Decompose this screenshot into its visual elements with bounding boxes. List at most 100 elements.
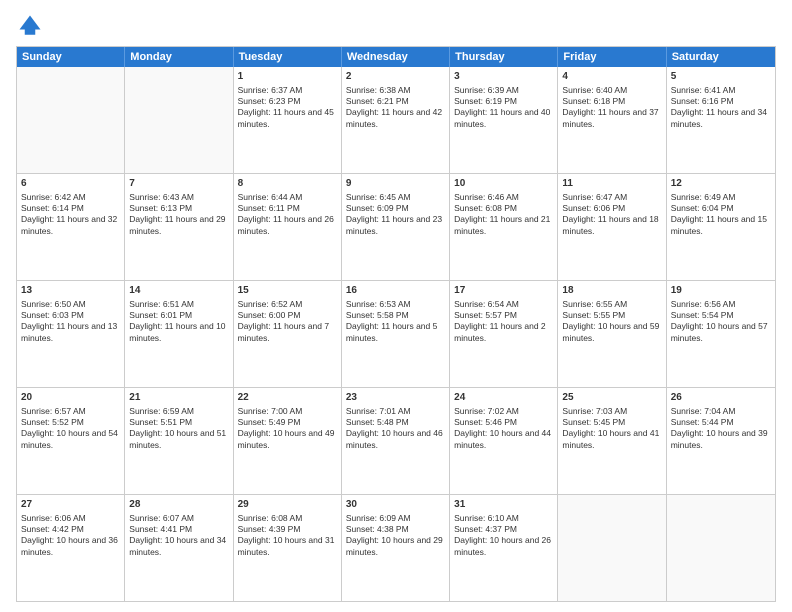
daylight-text: Daylight: 10 hours and 46 minutes. (346, 428, 443, 449)
calendar-cell: 16Sunrise: 6:53 AMSunset: 5:58 PMDayligh… (342, 281, 450, 387)
day-number: 25 (562, 391, 661, 405)
calendar-cell: 15Sunrise: 6:52 AMSunset: 6:00 PMDayligh… (234, 281, 342, 387)
sunrise-text: Sunrise: 6:45 AM (346, 192, 411, 202)
calendar-cell: 10Sunrise: 6:46 AMSunset: 6:08 PMDayligh… (450, 174, 558, 280)
sunset-text: Sunset: 4:38 PM (346, 524, 409, 534)
sunrise-text: Sunrise: 6:06 AM (21, 513, 86, 523)
calendar-cell (558, 495, 666, 601)
day-number: 23 (346, 391, 445, 405)
calendar-cell: 20Sunrise: 6:57 AMSunset: 5:52 PMDayligh… (17, 388, 125, 494)
daylight-text: Daylight: 11 hours and 42 minutes. (346, 107, 442, 128)
header-day-wednesday: Wednesday (342, 47, 450, 67)
sunset-text: Sunset: 6:00 PM (238, 310, 301, 320)
sunset-text: Sunset: 5:57 PM (454, 310, 517, 320)
day-number: 29 (238, 498, 337, 512)
daylight-text: Daylight: 11 hours and 5 minutes. (346, 321, 438, 342)
sunrise-text: Sunrise: 6:56 AM (671, 299, 736, 309)
daylight-text: Daylight: 10 hours and 51 minutes. (129, 428, 226, 449)
day-number: 12 (671, 177, 771, 191)
day-number: 22 (238, 391, 337, 405)
sunrise-text: Sunrise: 7:01 AM (346, 406, 411, 416)
daylight-text: Daylight: 11 hours and 23 minutes. (346, 214, 442, 235)
logo (16, 12, 48, 40)
sunrise-text: Sunrise: 6:10 AM (454, 513, 519, 523)
header-day-sunday: Sunday (17, 47, 125, 67)
calendar-row-2: 13Sunrise: 6:50 AMSunset: 6:03 PMDayligh… (17, 280, 775, 387)
day-number: 11 (562, 177, 661, 191)
calendar-cell: 2Sunrise: 6:38 AMSunset: 6:21 PMDaylight… (342, 67, 450, 173)
daylight-text: Daylight: 11 hours and 29 minutes. (129, 214, 225, 235)
sunset-text: Sunset: 4:42 PM (21, 524, 84, 534)
sunset-text: Sunset: 6:21 PM (346, 96, 409, 106)
sunset-text: Sunset: 6:09 PM (346, 203, 409, 213)
daylight-text: Daylight: 10 hours and 26 minutes. (454, 535, 551, 556)
sunrise-text: Sunrise: 6:46 AM (454, 192, 519, 202)
sunset-text: Sunset: 5:49 PM (238, 417, 301, 427)
calendar-cell: 21Sunrise: 6:59 AMSunset: 5:51 PMDayligh… (125, 388, 233, 494)
day-number: 27 (21, 498, 120, 512)
day-number: 2 (346, 70, 445, 84)
sunrise-text: Sunrise: 6:40 AM (562, 85, 627, 95)
day-number: 13 (21, 284, 120, 298)
sunrise-text: Sunrise: 6:37 AM (238, 85, 303, 95)
day-number: 14 (129, 284, 228, 298)
sunrise-text: Sunrise: 6:55 AM (562, 299, 627, 309)
daylight-text: Daylight: 11 hours and 34 minutes. (671, 107, 767, 128)
calendar-row-4: 27Sunrise: 6:06 AMSunset: 4:42 PM Dayligh… (17, 494, 775, 601)
sunset-text: Sunset: 5:52 PM (21, 417, 84, 427)
daylight-text: Daylight: 10 hours and 41 minutes. (562, 428, 659, 449)
sunset-text: Sunset: 5:46 PM (454, 417, 517, 427)
sunrise-text: Sunrise: 7:02 AM (454, 406, 519, 416)
daylight-text: Daylight: 11 hours and 13 minutes. (21, 321, 117, 342)
header-day-saturday: Saturday (667, 47, 775, 67)
sunrise-text: Sunrise: 6:39 AM (454, 85, 519, 95)
sunrise-text: Sunrise: 6:08 AM (238, 513, 303, 523)
day-number: 3 (454, 70, 553, 84)
sunset-text: Sunset: 6:06 PM (562, 203, 625, 213)
day-number: 7 (129, 177, 228, 191)
calendar-cell: 1Sunrise: 6:37 AMSunset: 6:23 PMDaylight… (234, 67, 342, 173)
daylight-text: Daylight: 11 hours and 15 minutes. (671, 214, 767, 235)
header-day-monday: Monday (125, 47, 233, 67)
sunset-text: Sunset: 5:48 PM (346, 417, 409, 427)
calendar-cell: 11Sunrise: 6:47 AMSunset: 6:06 PMDayligh… (558, 174, 666, 280)
daylight-text: Daylight: 11 hours and 21 minutes. (454, 214, 550, 235)
sunset-text: Sunset: 6:23 PM (238, 96, 301, 106)
daylight-text: Daylight: 10 hours and 59 minutes. (562, 321, 659, 342)
sunset-text: Sunset: 6:13 PM (129, 203, 192, 213)
calendar-cell: 6Sunrise: 6:42 AMSunset: 6:14 PMDaylight… (17, 174, 125, 280)
sunset-text: Sunset: 5:45 PM (562, 417, 625, 427)
daylight-text: Daylight: 10 hours and 54 minutes. (21, 428, 118, 449)
sunset-text: Sunset: 4:37 PM (454, 524, 517, 534)
calendar-cell: 5Sunrise: 6:41 AMSunset: 6:16 PMDaylight… (667, 67, 775, 173)
daylight-text: Daylight: 10 hours and 31 minutes. (238, 535, 335, 556)
daylight-text: Daylight: 11 hours and 45 minutes. (238, 107, 334, 128)
calendar-row-0: 1Sunrise: 6:37 AMSunset: 6:23 PMDaylight… (17, 67, 775, 173)
calendar-cell: 22Sunrise: 7:00 AMSunset: 5:49 PMDayligh… (234, 388, 342, 494)
calendar-cell (667, 495, 775, 601)
sunset-text: Sunset: 5:51 PM (129, 417, 192, 427)
header-day-thursday: Thursday (450, 47, 558, 67)
calendar-cell: 19Sunrise: 6:56 AMSunset: 5:54 PMDayligh… (667, 281, 775, 387)
sunset-text: Sunset: 6:04 PM (671, 203, 734, 213)
daylight-text: Daylight: 11 hours and 2 minutes. (454, 321, 546, 342)
day-number: 15 (238, 284, 337, 298)
sunrise-text: Sunrise: 6:59 AM (129, 406, 194, 416)
sunset-text: Sunset: 6:14 PM (21, 203, 84, 213)
sunrise-text: Sunrise: 6:49 AM (671, 192, 736, 202)
daylight-text: Daylight: 11 hours and 7 minutes. (238, 321, 330, 342)
calendar-cell: 14Sunrise: 6:51 AMSunset: 6:01 PMDayligh… (125, 281, 233, 387)
sunset-text: Sunset: 6:01 PM (129, 310, 192, 320)
calendar-cell: 26Sunrise: 7:04 AMSunset: 5:44 PMDayligh… (667, 388, 775, 494)
header-day-tuesday: Tuesday (234, 47, 342, 67)
calendar-row-3: 20Sunrise: 6:57 AMSunset: 5:52 PMDayligh… (17, 387, 775, 494)
sunset-text: Sunset: 6:03 PM (21, 310, 84, 320)
day-number: 24 (454, 391, 553, 405)
sunrise-text: Sunrise: 7:04 AM (671, 406, 736, 416)
calendar-cell (125, 67, 233, 173)
sunset-text: Sunset: 5:44 PM (671, 417, 734, 427)
sunrise-text: Sunrise: 6:07 AM (129, 513, 194, 523)
daylight-text: Daylight: 10 hours and 39 minutes. (671, 428, 768, 449)
calendar-cell: 31Sunrise: 6:10 AMSunset: 4:37 PMDayligh… (450, 495, 558, 601)
calendar-cell: 18Sunrise: 6:55 AMSunset: 5:55 PMDayligh… (558, 281, 666, 387)
